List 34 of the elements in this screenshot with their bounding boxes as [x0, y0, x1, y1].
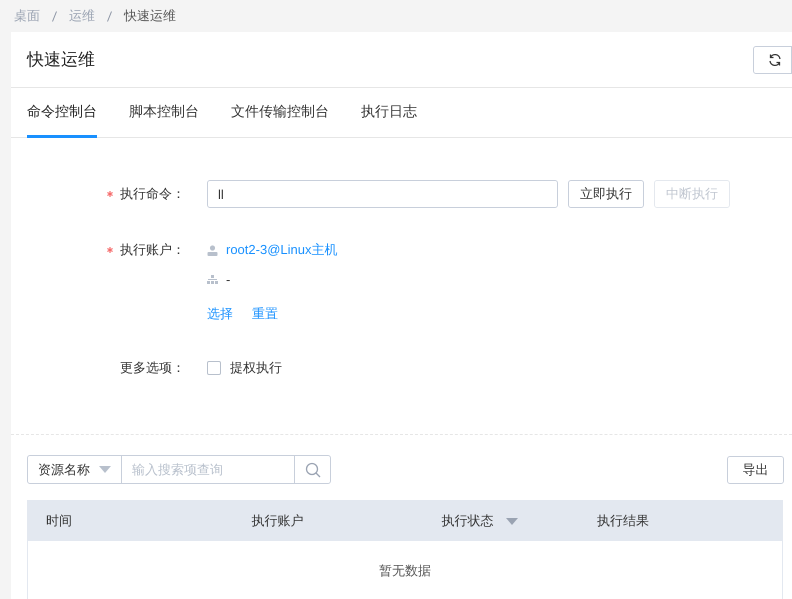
column-header: 时间 [46, 512, 72, 530]
checkbox[interactable] [207, 361, 221, 375]
field-label: 执行账户： [120, 241, 185, 260]
tab[interactable]: 执行日志 [361, 88, 417, 138]
breadcrumb-separator-icon [107, 10, 112, 22]
search-field[interactable]: 输入搜索项查询 [122, 455, 294, 484]
empty-text: 暂无数据 [379, 562, 431, 580]
hierarchy-icon [207, 275, 218, 285]
required-asterisk-icon [107, 247, 113, 253]
page-title: 快速运维 [27, 48, 95, 71]
search-button[interactable] [294, 455, 331, 484]
filter-select[interactable]: 资源名称 [27, 455, 122, 484]
tab[interactable]: 文件传输控制台 [231, 88, 329, 138]
export-button[interactable]: 导出 [727, 456, 784, 484]
command-field[interactable]: ll [207, 180, 558, 208]
user-icon [207, 244, 218, 256]
group-text: - [226, 271, 230, 290]
tab[interactable]: 脚本控制台 [129, 88, 199, 138]
command-button[interactable]: 立即执行 [568, 180, 644, 208]
breadcrumb-item: 快速运维 [124, 7, 176, 26]
breadcrumb-separator-icon [52, 10, 57, 22]
column-header: 执行结果 [597, 512, 650, 530]
checkbox-label: 提权执行 [230, 359, 282, 378]
filter-caret-icon[interactable] [506, 518, 518, 524]
refresh-icon [768, 52, 782, 66]
column-header: 执行账户 [251, 512, 304, 530]
caret-icon [99, 466, 111, 473]
field-label: 更多选项： [120, 359, 185, 378]
required-asterisk-icon [107, 191, 113, 197]
column-header: 执行状态 [441, 512, 494, 530]
refresh-button[interactable] [753, 46, 792, 74]
tab[interactable]: 命令控制台 [27, 88, 97, 138]
field-label: 执行命令： [120, 185, 185, 204]
search-icon [304, 462, 320, 478]
